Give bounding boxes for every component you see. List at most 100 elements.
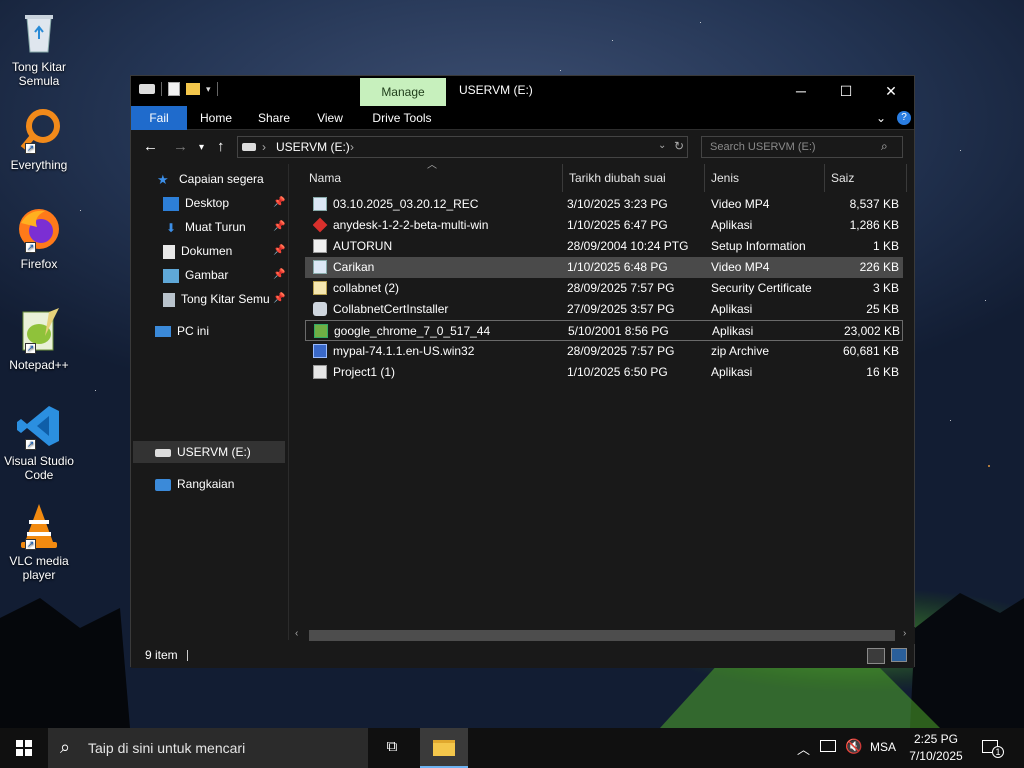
file-size: 226 KB: [859, 260, 899, 274]
tab-drive-tools[interactable]: Drive Tools: [367, 106, 437, 130]
properties-icon[interactable]: [168, 82, 180, 96]
desktop-icon-everything[interactable]: ↗ Everything: [2, 106, 76, 172]
column-header-type[interactable]: Jenis: [705, 164, 825, 192]
nav-label: Gambar: [185, 268, 229, 282]
table-row[interactable]: CollabnetCertInstaller 27/09/2025 3:57 PG…: [305, 299, 903, 320]
nav-documents[interactable]: Dokumen: [163, 240, 232, 262]
file-name: AUTORUN: [333, 239, 393, 253]
column-header-date[interactable]: Tarikh diubah suai: [563, 164, 705, 192]
table-row[interactable]: Carikan 1/10/2025 6:48 PG Video MP4 226 KB: [305, 257, 903, 278]
file-date: 1/10/2025 6:48 PG: [567, 260, 668, 274]
taskbar-search-input[interactable]: Taip di sini untuk mencari: [48, 728, 368, 768]
table-row[interactable]: collabnet (2) 28/09/2025 7:57 PG Security …: [305, 278, 903, 299]
desktop-icon-label: Everything: [10, 158, 68, 172]
shortcut-arrow-icon: ↗: [25, 439, 36, 450]
star-icon: ★: [157, 171, 169, 187]
scrollbar-thumb[interactable]: [309, 630, 895, 641]
new-folder-icon[interactable]: [186, 83, 200, 95]
desktop-icon-label: VLC media: [9, 554, 69, 568]
setup-info-icon: [313, 239, 327, 253]
file-list: ︿ Nama Tarikh diubah suai Jenis Saiz 03.…: [303, 160, 915, 624]
app-file-icon: [313, 365, 327, 379]
close-button[interactable]: ✕: [868, 76, 914, 106]
address-dropdown-icon[interactable]: ⌄: [658, 140, 666, 151]
tab-home[interactable]: Home: [193, 106, 239, 130]
nav-pictures[interactable]: Gambar: [163, 264, 228, 286]
file-type: Setup Information: [711, 239, 806, 253]
breadcrumb-drive[interactable]: USERVM (E:): [276, 140, 350, 154]
file-date: 3/10/2025 3:23 PG: [567, 197, 668, 211]
expand-ribbon-icon[interactable]: ⌄: [873, 106, 889, 130]
desktop-icon-recycle-bin[interactable]: Tong Kitar Semula: [2, 8, 76, 88]
file-type: Video MP4: [711, 260, 770, 274]
clock-date: 7/10/2025: [909, 749, 963, 763]
search-icon: ⌕: [881, 139, 888, 153]
desktop-icon-vlc[interactable]: ↗ VLC media player: [2, 502, 76, 582]
task-view-icon[interactable]: ⧉: [380, 738, 404, 758]
notepad-plus-plus-icon: ↗: [15, 306, 63, 354]
volume-muted-icon[interactable]: 🔇: [845, 738, 862, 755]
nav-label: Dokumen: [181, 244, 233, 258]
recent-locations-icon[interactable]: ▾: [199, 142, 204, 153]
nav-quick-access[interactable]: ★ Capaian segera: [157, 168, 264, 190]
address-bar[interactable]: › USERVM (E:) › ⌄ ↻: [237, 136, 688, 158]
table-row[interactable]: 03.10.2025_03.20.12_REC 3/10/2025 3:23 PG…: [305, 194, 903, 215]
minimize-button[interactable]: ─: [778, 76, 824, 106]
nav-this-pc[interactable]: PC ini: [155, 320, 209, 342]
maximize-button[interactable]: ☐: [823, 76, 869, 106]
desktop-icon-notepad-plus-plus[interactable]: ↗ Notepad++: [2, 306, 76, 372]
nav-drive-uservm[interactable]: USERVM (E:): [155, 441, 251, 463]
language-indicator[interactable]: MSA: [870, 740, 896, 754]
help-icon[interactable]: ?: [897, 111, 911, 125]
details-view-icon[interactable]: [867, 648, 885, 664]
breadcrumb-separator-icon: ›: [262, 140, 266, 154]
column-header-name[interactable]: Nama: [303, 164, 563, 192]
desktop-icon-label: player: [22, 568, 56, 582]
nav-label: Capaian segera: [179, 172, 264, 186]
file-size: 25 KB: [866, 302, 899, 316]
scroll-left-icon[interactable]: ‹: [295, 628, 298, 639]
taskbar: Taip di sini untuk mencari ⌕ ⧉ ︿ 🔇 MSA 2…: [0, 728, 1024, 768]
up-icon[interactable]: ↑: [217, 138, 225, 155]
separator: [216, 82, 218, 96]
table-row[interactable]: Project1 (1) 1/10/2025 6:50 PG Aplikasi 16 …: [305, 362, 903, 383]
back-icon[interactable]: ←: [143, 138, 158, 155]
nav-downloads[interactable]: ⬇ Muat Turun: [163, 216, 246, 238]
tab-share[interactable]: Share: [251, 106, 297, 130]
pin-icon: 📌: [273, 197, 286, 208]
document-icon: [163, 244, 175, 259]
nav-network[interactable]: Rangkaian: [155, 473, 234, 495]
desktop-icon-firefox[interactable]: ↗ Firefox: [2, 205, 76, 271]
tab-view[interactable]: View: [307, 106, 353, 130]
tab-file[interactable]: Fail: [131, 106, 187, 130]
nav-recycle-bin[interactable]: Tong Kitar Semu: [163, 288, 270, 310]
desktop-icon-vscode[interactable]: ↗ Visual Studio Code: [2, 402, 76, 482]
window-title: USERVM (E:): [459, 83, 533, 97]
network-status-icon[interactable]: [820, 740, 836, 752]
large-icons-view-icon[interactable]: [891, 648, 907, 662]
search-input[interactable]: Search USERVM (E:): [701, 136, 903, 158]
start-button[interactable]: [0, 728, 48, 768]
file-size: 1,286 KB: [849, 218, 899, 232]
notification-center-button[interactable]: 1: [980, 738, 1004, 758]
horizontal-scrollbar[interactable]: ‹ ›: [291, 627, 915, 644]
shortcut-arrow-icon: ↗: [25, 242, 36, 253]
table-row[interactable]: anydesk-1-2-2-beta-multi-win 1/10/2025 6:…: [305, 215, 903, 236]
customize-qat-icon[interactable]: ▾: [206, 84, 211, 95]
scroll-right-icon[interactable]: ›: [903, 628, 906, 639]
table-row[interactable]: google_chrome_7_0_517_44 5/10/2001 8:56 P…: [305, 320, 903, 341]
refresh-icon[interactable]: ↻: [674, 139, 684, 153]
table-row[interactable]: AUTORUN 28/09/2004 10:24 PTG Setup Informa…: [305, 236, 903, 257]
forward-icon[interactable]: →: [173, 138, 188, 155]
file-type: Aplikasi: [712, 324, 754, 338]
column-header-size[interactable]: Saiz: [825, 164, 907, 192]
nav-desktop[interactable]: Desktop: [163, 192, 229, 214]
vlc-icon: ↗: [15, 502, 63, 550]
title-bar[interactable]: ▾ Manage USERVM (E:) ─ ☐ ✕: [131, 76, 914, 106]
shortcut-arrow-icon: ↗: [25, 539, 36, 550]
show-hidden-icons-icon[interactable]: ︿: [797, 739, 810, 758]
clock[interactable]: 2:25 PG 7/10/2025: [906, 731, 966, 765]
tab-manage[interactable]: Manage: [360, 78, 446, 106]
table-row[interactable]: mypal-74.1.1.en-US.win32 28/09/2025 7:57 …: [305, 341, 903, 362]
taskbar-file-explorer-button[interactable]: [420, 728, 468, 768]
